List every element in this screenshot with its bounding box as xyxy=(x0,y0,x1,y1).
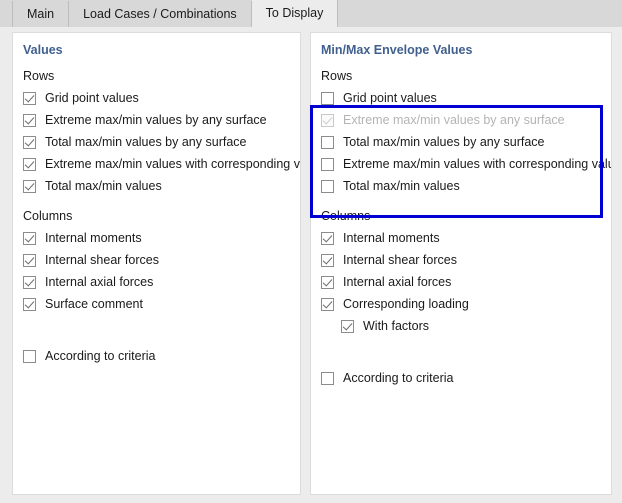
checkbox-label: Internal axial forces xyxy=(343,275,451,289)
checkbox-icon[interactable] xyxy=(321,372,334,385)
tab-label: To Display xyxy=(266,6,324,20)
checkbox-label: Grid point values xyxy=(343,91,437,105)
values-rows-group-label: Rows xyxy=(13,57,300,87)
minmax-columns-group: Internal moments Internal shear forces Int… xyxy=(311,227,611,337)
checkbox-row-extreme-max-min-values-by-any-surface: Extreme max/min values by any surface xyxy=(311,109,611,131)
checkbox-icon xyxy=(321,114,334,127)
minmax-spacer xyxy=(311,337,611,367)
checkbox-label: Total max/min values by any surface xyxy=(343,135,544,149)
checkbox-row-surface-comment[interactable]: Surface comment xyxy=(13,293,300,315)
checkbox-icon[interactable] xyxy=(23,350,36,363)
panel-minmax-title: Min/Max Envelope Values xyxy=(311,33,611,57)
checkbox-row-with-factors[interactable]: With factors xyxy=(311,315,611,337)
checkbox-icon[interactable] xyxy=(321,158,334,171)
tab-to-display[interactable]: To Display xyxy=(252,0,339,27)
minmax-rows-group-label: Rows xyxy=(311,57,611,87)
checkbox-icon[interactable] xyxy=(23,136,36,149)
checkbox-label: Total max/min values by any surface xyxy=(45,135,246,149)
checkbox-label: Internal shear forces xyxy=(45,253,159,267)
checkbox-row-grid-point-values[interactable]: Grid point values xyxy=(13,87,300,109)
panel-minmax-envelope-values: Min/Max Envelope Values Rows Grid point … xyxy=(310,32,612,495)
checkbox-label: According to criteria xyxy=(45,349,155,363)
checkbox-label: Extreme max/min values with correspondin… xyxy=(343,157,612,171)
checkbox-icon[interactable] xyxy=(23,298,36,311)
checkbox-icon[interactable] xyxy=(23,232,36,245)
minmax-rows-group: Grid point values Extreme max/min values … xyxy=(311,87,611,197)
checkbox-row-total-max-min-values-by-any-surface[interactable]: Total max/min values by any surface xyxy=(13,131,300,153)
checkbox-row-grid-point-values[interactable]: Grid point values xyxy=(311,87,611,109)
checkbox-row-extreme-max-min-values-with-corresponding-values[interactable]: Extreme max/min values with correspondin… xyxy=(13,153,300,175)
values-columns-group-label: Columns xyxy=(13,197,300,227)
values-columns-group: Internal moments Internal shear forces Int… xyxy=(13,227,300,315)
checkbox-label: Internal axial forces xyxy=(45,275,153,289)
checkbox-label: Grid point values xyxy=(45,91,139,105)
checkbox-icon[interactable] xyxy=(23,276,36,289)
tab-label: Main xyxy=(27,7,54,21)
checkbox-row-total-max-min-values-by-any-surface[interactable]: Total max/min values by any surface xyxy=(311,131,611,153)
minmax-criteria-group: According to criteria xyxy=(311,367,611,389)
checkbox-label: Total max/min values xyxy=(45,179,162,193)
panel-values: Values Rows Grid point values Extreme max… xyxy=(12,32,301,495)
checkbox-row-extreme-max-min-values-with-corresponding-values[interactable]: Extreme max/min values with correspondin… xyxy=(311,153,611,175)
checkbox-icon[interactable] xyxy=(321,254,334,267)
checkbox-label: Internal moments xyxy=(45,231,142,245)
tab-main[interactable]: Main xyxy=(12,1,69,27)
checkbox-icon[interactable] xyxy=(321,92,334,105)
values-criteria-group: According to criteria xyxy=(13,345,300,367)
checkbox-row-total-max-min-values[interactable]: Total max/min values xyxy=(311,175,611,197)
checkbox-icon[interactable] xyxy=(23,158,36,171)
checkbox-row-extreme-max-min-values-by-any-surface[interactable]: Extreme max/min values by any surface xyxy=(13,109,300,131)
tab-load-cases-combinations[interactable]: Load Cases / Combinations xyxy=(69,1,252,27)
values-spacer xyxy=(13,315,300,345)
checkbox-row-internal-shear-forces[interactable]: Internal shear forces xyxy=(13,249,300,271)
checkbox-label: Extreme max/min values by any surface xyxy=(45,113,267,127)
tab-bar: Main Load Cases / Combinations To Display xyxy=(0,0,622,27)
checkbox-icon[interactable] xyxy=(341,320,354,333)
checkbox-label: Total max/min values xyxy=(343,179,460,193)
checkbox-row-internal-axial-forces[interactable]: Internal axial forces xyxy=(13,271,300,293)
checkbox-label: With factors xyxy=(363,319,429,333)
checkbox-label: Extreme max/min values with correspondin… xyxy=(45,157,301,171)
checkbox-icon[interactable] xyxy=(23,92,36,105)
checkbox-row-internal-shear-forces[interactable]: Internal shear forces xyxy=(311,249,611,271)
checkbox-icon[interactable] xyxy=(321,298,334,311)
checkbox-label: According to criteria xyxy=(343,371,453,385)
checkbox-row-corresponding-loading[interactable]: Corresponding loading xyxy=(311,293,611,315)
checkbox-row-according-to-criteria[interactable]: According to criteria xyxy=(311,367,611,389)
checkbox-icon[interactable] xyxy=(321,232,334,245)
checkbox-label: Internal shear forces xyxy=(343,253,457,267)
tab-content-to-display: Values Rows Grid point values Extreme max… xyxy=(0,27,622,503)
checkbox-icon[interactable] xyxy=(321,136,334,149)
checkbox-icon[interactable] xyxy=(23,254,36,267)
checkbox-label: Surface comment xyxy=(45,297,143,311)
values-rows-group: Grid point values Extreme max/min values … xyxy=(13,87,300,197)
checkbox-label: Internal moments xyxy=(343,231,440,245)
checkbox-icon[interactable] xyxy=(321,276,334,289)
minmax-columns-group-label: Columns xyxy=(311,197,611,227)
checkbox-icon[interactable] xyxy=(23,114,36,127)
panel-values-title: Values xyxy=(13,33,300,57)
checkbox-label: Corresponding loading xyxy=(343,297,469,311)
checkbox-icon[interactable] xyxy=(321,180,334,193)
checkbox-row-internal-moments[interactable]: Internal moments xyxy=(311,227,611,249)
checkbox-row-internal-moments[interactable]: Internal moments xyxy=(13,227,300,249)
tab-label: Load Cases / Combinations xyxy=(83,7,237,21)
checkbox-icon[interactable] xyxy=(23,180,36,193)
checkbox-row-according-to-criteria[interactable]: According to criteria xyxy=(13,345,300,367)
checkbox-label: Extreme max/min values by any surface xyxy=(343,113,565,127)
checkbox-row-internal-axial-forces[interactable]: Internal axial forces xyxy=(311,271,611,293)
checkbox-row-total-max-min-values[interactable]: Total max/min values xyxy=(13,175,300,197)
